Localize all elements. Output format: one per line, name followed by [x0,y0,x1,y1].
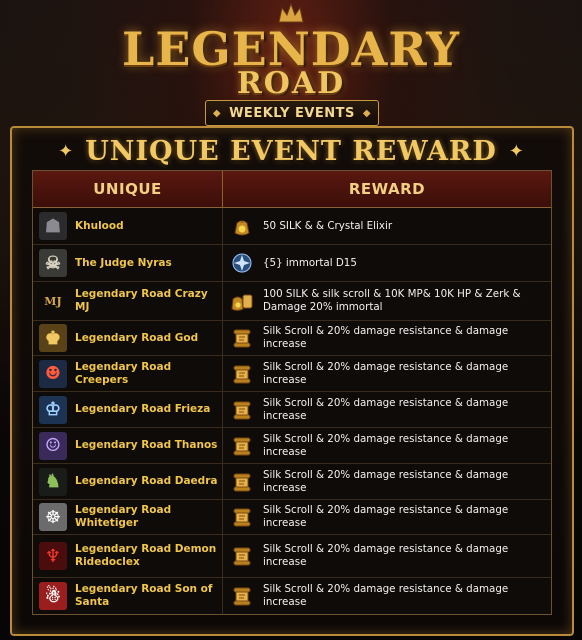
silk-scroll-icon [231,399,253,421]
table-row: ☃ Legendary Road Son of Santa Silk Scroll … [33,578,551,614]
sparkle-icon: ✦ [508,141,524,162]
reward-cell: Silk Scroll & 20% damage resistance & da… [223,428,551,463]
column-header-reward: REWARD [348,180,426,198]
reward-cell: 50 SILK & & Crystal Elixir [223,208,551,244]
mj-logo-avatar: MJ [39,287,67,315]
reward-text: Silk Scroll & 20% damage resistance & da… [263,432,509,458]
daedra-avatar: ♞ [39,467,67,496]
unique-name: Legendary Road Daedra [75,475,218,487]
silk-bag-scroll-icon [231,290,253,312]
diamond-icon: ◆ [212,107,222,119]
golden-god-avatar: ♚ [39,324,67,352]
unique-name: The Judge Nyras [75,256,172,269]
reward-cell: Silk Scroll & 20% damage resistance & da… [223,356,551,391]
table-row: ☠ The Judge Nyras {5} immortal D15 [33,245,551,282]
reward-cell: Silk Scroll & 20% damage resistance & da… [223,392,551,427]
unique-name: Legendary Road Demon Ridedoclex [75,543,217,568]
unique-name: Legendary Road Frieza [75,403,211,415]
unique-cell: ♞ Legendary Road Daedra [33,464,223,499]
table-header: UNIQUE REWARD [33,171,551,208]
column-header-unique: UNIQUE [33,171,223,207]
frieza-avatar: ♔ [39,395,67,424]
reward-cell: 100 SILK & silk scroll & 10K MP& 10K HP … [223,282,551,320]
unique-cell: MJ Legendary Road Crazy MJ [33,282,223,320]
santa-avatar: ☃ [39,582,67,610]
diamond-icon: ◆ [362,107,372,119]
unique-cell: ☃ Legendary Road Son of Santa [33,578,223,614]
white-tiger-avatar: ☸ [39,503,67,531]
unique-name: Legendary Road Son of Santa [75,583,213,608]
unique-name: Legendary Road Creepers [75,360,172,386]
reward-text: 100 SILK & silk scroll & 10K MP& 10K HP … [263,288,521,313]
silk-scroll-icon [231,506,253,528]
reward-table: UNIQUE REWARD ☗ Khulood 50 SILK & & Crysta… [32,170,552,615]
unique-cell: ☻ Legendary Road Creepers [33,356,223,391]
reward-text: Silk Scroll & 20% damage resistance & da… [263,468,509,494]
silk-scroll-icon [231,585,253,607]
reward-cell: Silk Scroll & 20% damage resistance & da… [223,535,551,577]
table-row: ☻ Legendary Road Creepers Silk Scroll & 20… [33,356,551,392]
red-demon-avatar: ♆ [39,542,67,570]
table-row: ♞ Legendary Road Daedra Silk Scroll & 20% … [33,464,551,500]
table-row: ♆ Legendary Road Demon Ridedoclex Silk Scr… [33,535,551,578]
table-row: ☺ Legendary Road Thanos Silk Scroll & 20% … [33,428,551,464]
table-row: ♚ Legendary Road God Silk Scroll & 20% dam… [33,321,551,356]
sparkle-icon: ✦ [58,141,74,162]
unique-cell: ♆ Legendary Road Demon Ridedoclex [33,535,223,577]
crown-crest-icon [278,2,304,23]
immortal-orb-icon [231,252,253,274]
reward-cell: Silk Scroll & 20% damage resistance & da… [223,500,551,534]
weekly-events-badge: ◆ WEEKLY EVENTS ◆ [205,100,379,126]
table-row: ♔ Legendary Road Frieza Silk Scroll & 20% … [33,392,551,428]
unique-cell: ☗ Khulood [33,208,223,244]
reward-text: {5} immortal D15 [263,256,357,269]
silk-scroll-icon [231,435,253,457]
creeper-beast-avatar: ☻ [39,359,67,388]
unique-name: Legendary Road Crazy MJ [75,288,208,313]
table-row: MJ Legendary Road Crazy MJ 100 SILK & silk… [33,282,551,321]
reward-cell: Silk Scroll & 20% damage resistance & da… [223,578,551,614]
hooded-figure-avatar: ☗ [39,212,67,240]
unique-cell: ♚ Legendary Road God [33,321,223,355]
unique-cell: ☺ Legendary Road Thanos [33,428,223,463]
unique-cell: ☸ Legendary Road Whitetiger [33,500,223,534]
skull-knight-avatar: ☠ [39,249,67,277]
weekly-events-label: WEEKLY EVENTS [229,105,355,121]
reward-cell: Silk Scroll & 20% damage resistance & da… [223,464,551,499]
reward-text: Silk Scroll & 20% damage resistance & da… [263,543,509,568]
unique-cell: ♔ Legendary Road Frieza [33,392,223,427]
silk-scroll-icon [231,471,253,493]
reward-text: Silk Scroll & 20% damage resistance & da… [263,504,509,529]
reward-text: Silk Scroll & 20% damage resistance & da… [263,360,509,386]
panel-title-text: UNIQUE EVENT REWARD [85,136,497,167]
silk-scroll-icon [231,327,253,349]
reward-text: Silk Scroll & 20% damage resistance & da… [263,583,509,608]
thanos-avatar: ☺ [39,431,67,460]
panel-title: ✦ UNIQUE EVENT REWARD ✦ [0,136,582,167]
unique-name: Legendary Road Thanos [75,439,218,451]
logo-subtitle: ROAD [236,66,346,101]
reward-text: Silk Scroll & 20% damage resistance & da… [263,396,509,422]
silk-bag-icon [231,215,253,237]
table-body: ☗ Khulood 50 SILK & & Crystal Elixir ☠ The J… [33,208,551,614]
reward-text: Silk Scroll & 20% damage resistance & da… [263,325,509,350]
unique-name: Legendary Road God [75,331,199,344]
silk-scroll-icon [231,545,253,567]
table-row: ☗ Khulood 50 SILK & & Crystal Elixir [33,208,551,245]
table-row: ☸ Legendary Road Whitetiger Silk Scroll & … [33,500,551,535]
silk-scroll-icon [231,363,253,385]
unique-name: Khulood [75,219,124,232]
reward-cell: {5} immortal D15 [223,245,551,281]
reward-text: 50 SILK & & Crystal Elixir [263,219,393,232]
unique-name: Legendary Road Whitetiger [75,504,172,529]
unique-cell: ☠ The Judge Nyras [33,245,223,281]
reward-cell: Silk Scroll & 20% damage resistance & da… [223,321,551,355]
